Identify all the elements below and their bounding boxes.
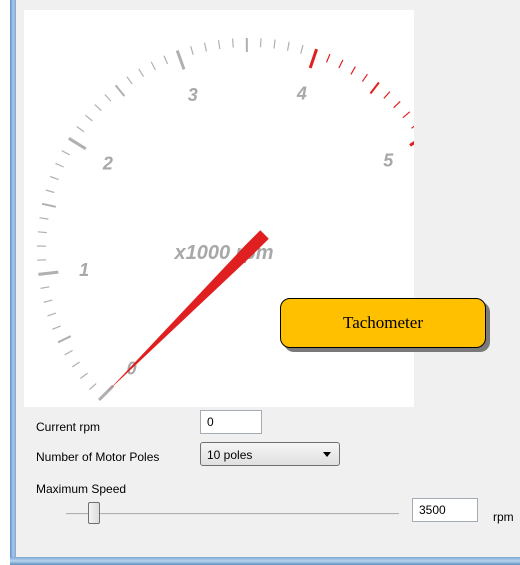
gauge-tick xyxy=(138,68,145,77)
gauge-tick xyxy=(68,137,87,151)
gauge-tick xyxy=(175,49,186,70)
tachometer-callout: Tachometer xyxy=(280,298,486,348)
gauge-tick xyxy=(232,38,234,48)
gauge-tick xyxy=(57,335,72,344)
gauge-tick xyxy=(80,372,88,379)
window-frame-bottom xyxy=(10,557,520,565)
motor-poles-dropdown[interactable]: 10 poles xyxy=(200,442,340,466)
gauge-tick xyxy=(190,46,194,55)
gauge-tick xyxy=(89,383,97,390)
gauge-tick xyxy=(308,48,319,69)
gauge-scale-label: 4 xyxy=(296,84,307,104)
gauge-tick xyxy=(338,59,344,69)
gauge-scale-label: 1 xyxy=(79,260,89,280)
gauge-tick xyxy=(47,312,57,317)
gauge-tick xyxy=(325,53,331,63)
max-speed-unit: rpm xyxy=(493,510,514,524)
gauge-tick xyxy=(43,299,53,303)
gauge-tick xyxy=(104,94,112,102)
motor-poles-label: Number of Motor Poles xyxy=(36,450,160,464)
gauge-tick xyxy=(37,231,47,234)
gauge-tick xyxy=(71,361,81,368)
gauge-tick xyxy=(40,286,50,289)
gauge-tick xyxy=(273,39,276,49)
tachometer-callout-text: Tachometer xyxy=(343,313,423,332)
gauge-tick xyxy=(76,126,85,133)
max-speed-slider-thumb[interactable] xyxy=(88,502,100,524)
gauge-scale-label: 2 xyxy=(102,154,113,174)
gauge-tick xyxy=(61,150,70,156)
gauge-tick xyxy=(85,114,93,122)
gauge-tick xyxy=(286,41,290,51)
chevron-down-icon[interactable] xyxy=(323,452,331,457)
gauge-tick xyxy=(55,162,64,168)
gauge-tick xyxy=(300,44,304,54)
gauge-tick xyxy=(383,91,391,99)
gauge-tick xyxy=(369,81,380,95)
gauge-tick xyxy=(411,125,414,129)
gauge-tick xyxy=(203,42,207,52)
max-speed-label: Maximum Speed xyxy=(36,482,127,496)
gauge-tick xyxy=(150,61,156,71)
gauge-tick xyxy=(38,270,59,276)
app-window: 012345 x1000 rpm Current rpm 0 Number of… xyxy=(0,0,520,565)
gauge-tick xyxy=(39,217,49,220)
gauge-tick xyxy=(163,55,169,65)
gauge-tick xyxy=(259,38,262,48)
gauge-tick xyxy=(409,141,414,147)
max-speed-slider-track[interactable] xyxy=(66,513,399,515)
max-speed-field[interactable]: 3500 xyxy=(412,498,478,522)
gauge-tick xyxy=(126,76,133,85)
current-rpm-field[interactable]: 0 xyxy=(200,410,262,434)
gauge-tick xyxy=(41,202,57,208)
gauge-tick xyxy=(361,73,368,82)
gauge-scale-label: 3 xyxy=(188,85,198,105)
gauge-tick xyxy=(217,40,221,50)
gauge-scale-label: 5 xyxy=(383,151,394,171)
gauge-tick xyxy=(49,175,59,181)
gauge-tick xyxy=(402,111,411,119)
gauge-tick xyxy=(64,349,73,356)
motor-poles-value: 10 poles xyxy=(207,448,253,462)
gauge-tick xyxy=(114,84,126,97)
gauge-tick xyxy=(393,100,401,109)
gauge-tick xyxy=(52,325,61,330)
current-rpm-label: Current rpm xyxy=(36,420,101,434)
gauge-tick xyxy=(45,189,55,194)
gauge-tick xyxy=(94,104,102,112)
gauge-tick xyxy=(350,66,356,75)
